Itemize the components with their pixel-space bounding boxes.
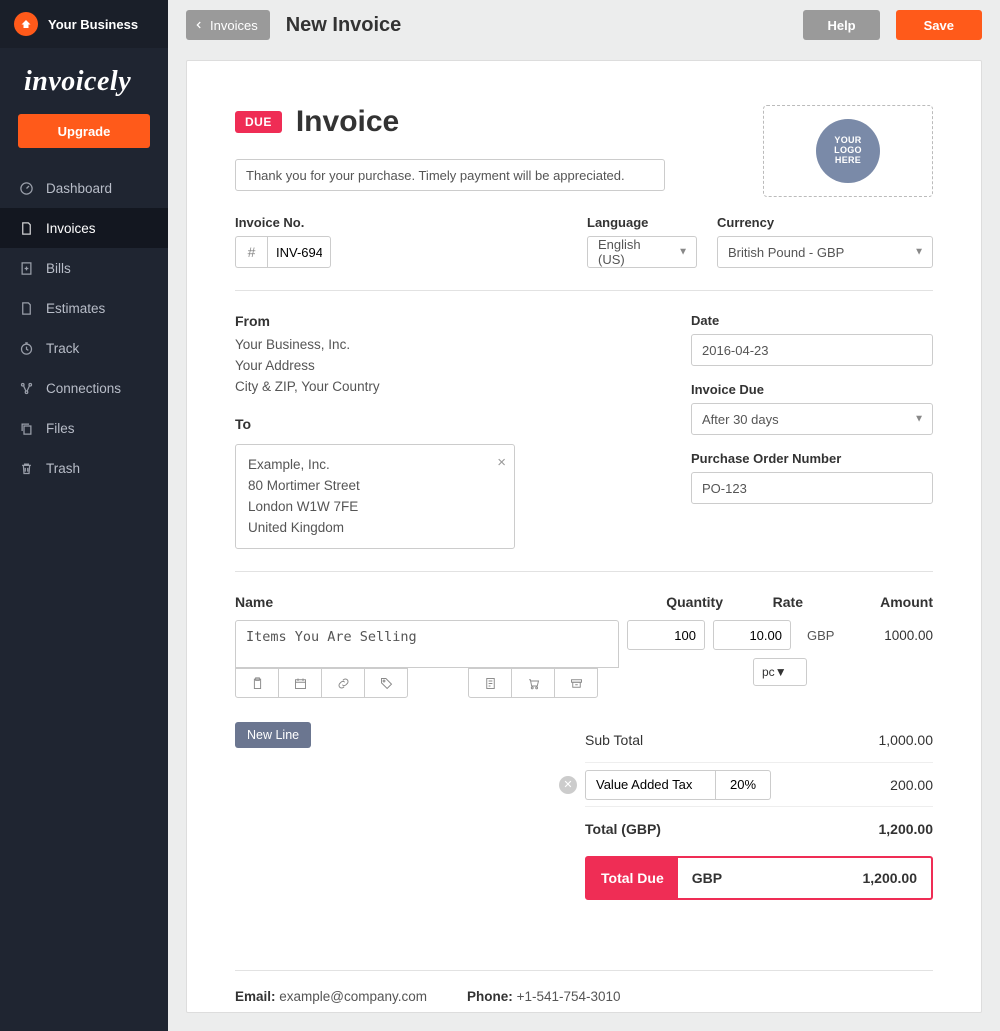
total-due-label: Total Due (587, 858, 678, 898)
receipt-icon[interactable] (468, 668, 512, 698)
to-address-box[interactable]: × Example, Inc. 80 Mortimer Street Londo… (235, 444, 515, 550)
col-name-label: Name (235, 594, 643, 610)
po-label: Purchase Order Number (691, 451, 933, 466)
hash-icon: # (235, 236, 267, 268)
close-icon[interactable]: × (497, 451, 506, 474)
nav-trash[interactable]: Trash (0, 448, 168, 488)
main: Invoices New Invoice Help Save DUE Invoi… (168, 0, 1000, 1031)
gauge-icon (18, 180, 34, 196)
plus-document-icon (18, 260, 34, 276)
upgrade-button[interactable]: Upgrade (18, 114, 150, 148)
new-line-button[interactable]: New Line (235, 722, 311, 748)
currency-select[interactable]: British Pound - GBP ▼ (717, 236, 933, 268)
rate-input[interactable] (713, 620, 791, 650)
nav-bills[interactable]: Bills (0, 248, 168, 288)
po-input[interactable] (691, 472, 933, 504)
nav-dashboard[interactable]: Dashboard (0, 168, 168, 208)
chevron-down-icon: ▼ (914, 414, 924, 425)
col-amount-label: Amount (803, 594, 933, 610)
due-amount: 1,200.00 (863, 870, 918, 886)
back-button[interactable]: Invoices (186, 10, 270, 40)
footer-email: example@company.com (279, 989, 427, 1004)
brand-logo: invoicely (0, 48, 168, 114)
invoice-no-input[interactable] (267, 236, 331, 268)
invoice-due-select[interactable]: After 30 days ▼ (691, 403, 933, 435)
clock-icon (18, 340, 34, 356)
nav-invoices[interactable]: Invoices (0, 208, 168, 248)
topbar: Invoices New Invoice Help Save (168, 0, 1000, 50)
link-icon[interactable] (321, 668, 365, 698)
total-value: 1,200.00 (879, 821, 934, 837)
tax-percent-input[interactable] (715, 770, 771, 800)
nav-connections[interactable]: Connections (0, 368, 168, 408)
tax-amount: 200.00 (890, 777, 933, 793)
footer: Email: example@company.com Phone: +1-541… (235, 970, 933, 1004)
nav-estimates[interactable]: Estimates (0, 288, 168, 328)
page-icon (18, 300, 34, 316)
subtotal-value: 1,000.00 (879, 732, 934, 748)
due-currency: GBP (692, 870, 722, 886)
currency-display: GBP (799, 620, 851, 650)
tax-name-input[interactable] (585, 770, 715, 800)
chevron-down-icon: ▼ (775, 665, 787, 679)
cart-icon[interactable] (511, 668, 555, 698)
to-label: To (235, 416, 667, 432)
nav-files[interactable]: Files (0, 408, 168, 448)
col-qty-label: Quantity (643, 594, 723, 610)
amount-display: 1000.00 (859, 620, 933, 650)
copy-icon (18, 420, 34, 436)
invoice-heading: Invoice (296, 105, 399, 139)
nav: Dashboard Invoices Bills Estimates Track… (0, 168, 168, 488)
clipboard-icon[interactable] (235, 668, 279, 698)
subtotal-label: Sub Total (585, 732, 879, 748)
nodes-icon (18, 380, 34, 396)
page-title: New Invoice (286, 14, 402, 37)
unit-select[interactable]: pc ▼ (753, 658, 807, 686)
chevron-down-icon: ▼ (678, 247, 688, 258)
document-icon (18, 220, 34, 236)
calendar-icon[interactable] (278, 668, 322, 698)
upload-logo-box[interactable]: YOUR LOGO HERE (763, 105, 933, 197)
from-label: From (235, 313, 667, 329)
nav-track[interactable]: Track (0, 328, 168, 368)
item-name-input[interactable]: Items You Are Selling (235, 620, 619, 668)
invoice-no-label: Invoice No. (235, 215, 331, 230)
date-input[interactable] (691, 334, 933, 366)
chevron-left-icon (194, 20, 204, 30)
tag-icon[interactable] (364, 668, 408, 698)
footer-phone: +1-541-754-3010 (517, 989, 621, 1004)
date-label: Date (691, 313, 933, 328)
from-address: Your Business, Inc. Your Address City & … (235, 335, 667, 398)
qty-input[interactable] (627, 620, 705, 650)
currency-label: Currency (717, 215, 933, 230)
remove-tax-icon[interactable]: ✕ (559, 776, 577, 794)
trash-icon (18, 460, 34, 476)
business-logo-icon (14, 12, 38, 36)
total-label: Total (GBP) (585, 821, 879, 837)
business-switcher[interactable]: Your Business (0, 0, 168, 48)
totals: Sub Total 1,000.00 ✕ 200.00 Total (GBP) … (585, 718, 933, 900)
due-label: Invoice Due (691, 382, 933, 397)
description-input[interactable] (235, 159, 665, 191)
line-item-row: Items You Are Selling (235, 620, 933, 698)
language-label: Language (587, 215, 697, 230)
logo-placeholder-icon: YOUR LOGO HERE (816, 119, 880, 183)
language-select[interactable]: English (US) ▼ (587, 236, 697, 268)
invoice-panel: DUE Invoice YOUR LOGO HERE Invoice No. (186, 60, 982, 1013)
chevron-down-icon: ▼ (914, 247, 924, 258)
business-name: Your Business (48, 17, 138, 32)
status-badge: DUE (235, 111, 282, 133)
save-button[interactable]: Save (896, 10, 982, 40)
total-due-box: Total Due GBP 1,200.00 (585, 856, 933, 900)
archive-icon[interactable] (554, 668, 598, 698)
col-rate-label: Rate (723, 594, 803, 610)
sidebar: Your Business invoicely Upgrade Dashboar… (0, 0, 168, 1031)
help-button[interactable]: Help (803, 10, 879, 40)
